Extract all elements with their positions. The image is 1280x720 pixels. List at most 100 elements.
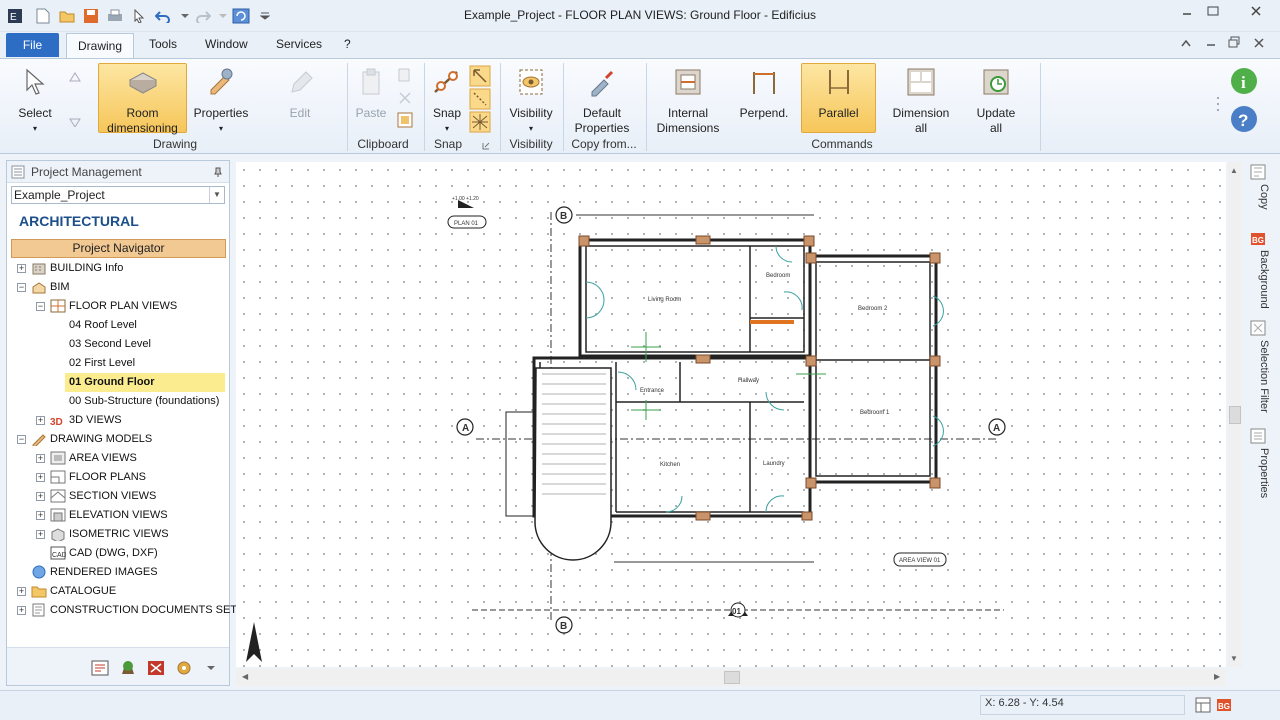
help-icon[interactable]: ? [1230,105,1258,133]
properties-button[interactable]: Properties ▾ [190,64,252,136]
scroll-right-icon[interactable]: ▶ [1214,672,1220,681]
plant-icon[interactable] [119,660,137,676]
building-icon [32,263,46,275]
scroll-up-icon[interactable]: ▲ [1230,166,1238,175]
vertical-scrollbar[interactable]: ▲ ▼ [1228,162,1242,667]
group-label-copy-from: Copy from... [571,137,637,151]
report-icon[interactable] [91,660,109,676]
select-button[interactable]: Select ▾ [10,64,60,136]
floor-plan-drawing[interactable]: Living Room Bedroom Bedroom 2 Bedroom 1 … [236,162,1226,667]
tree-item-building-info[interactable]: BUILDING Info [50,259,123,278]
perpendicular-button[interactable]: Perpend. [734,64,794,121]
expand-icon[interactable]: + [17,264,26,273]
ribbon-separator [646,63,647,151]
tree-item-first-level[interactable]: 02 First Level [69,354,135,373]
internal-dimensions-button[interactable]: Internal Dimensions [652,64,724,136]
select-arrows[interactable] [68,67,82,128]
expand-icon[interactable]: + [36,454,45,463]
expand-icon[interactable]: + [36,416,45,425]
scroll-thumb[interactable] [1229,406,1241,424]
collapse-icon[interactable]: − [17,283,26,292]
info-icon[interactable]: i [1230,67,1258,95]
doc-minimize-icon[interactable] [1205,38,1217,52]
scroll-thumb[interactable] [724,671,740,684]
export-pdf-icon[interactable] [147,660,165,676]
pin-icon[interactable] [214,167,222,177]
settings-icon[interactable] [175,660,193,676]
parallel-button[interactable]: Parallel [801,63,876,133]
paste-button[interactable]: Paste [352,64,390,121]
scroll-down-icon[interactable]: ▼ [1230,654,1238,663]
default-properties-button[interactable]: Default Properties [568,64,636,136]
drawing-canvas[interactable]: Living Room Bedroom Bedroom 2 Bedroom 1 … [236,162,1226,667]
expand-icon[interactable]: + [36,492,45,501]
scroll-left-icon[interactable]: ◀ [242,672,248,681]
doc-close-icon[interactable] [1253,37,1265,51]
close-button[interactable] [1236,2,1276,20]
horizontal-scrollbar[interactable]: ◀ ▶ [236,669,1226,686]
tree-item-area-views[interactable]: AREA VIEWS [69,449,137,468]
doc-restore-icon[interactable] [1228,36,1240,51]
snap-mode-buttons[interactable] [469,65,491,133]
tab-selection-filter[interactable]: Selection Filter [1248,340,1270,413]
chevron-down-icon[interactable]: ▼ [209,187,224,203]
snap-button[interactable]: Snap ▾ [428,64,466,136]
collapse-icon[interactable]: − [36,302,45,311]
tree-item-rendered-images[interactable]: RENDERED IMAGES [50,563,158,582]
tree-item-drawing-models[interactable]: DRAWING MODELS [50,430,152,449]
dimension-all-button[interactable]: Dimension all [887,64,955,136]
tab-tools[interactable]: Tools [149,37,177,51]
tree-item-cad[interactable]: CAD (DWG, DXF) [69,544,158,563]
group-label-clipboard: Clipboard [357,137,409,151]
tree-item-ground-floor[interactable]: 01 Ground Floor [69,373,155,392]
bim-icon [32,282,46,294]
expand-icon[interactable]: + [36,530,45,539]
edit-icon [291,71,313,93]
selection-filter-icon[interactable] [1250,320,1266,336]
tree-item-elevation-views[interactable]: ELEVATION VIEWS [69,506,168,525]
project-select[interactable]: Example_Project ▼ [11,186,225,204]
maximize-button[interactable] [1196,2,1230,20]
ribbon-collapse-icon[interactable] [1180,37,1192,51]
room-dimensioning-button[interactable]: Room dimensioning [98,63,187,135]
tree-item-bim[interactable]: BIM [50,278,70,297]
tree-item-catalogue[interactable]: CATALOGUE [50,582,116,601]
tree-item-isometric-views[interactable]: ISOMETRIC VIEWS [69,525,169,544]
background-icon[interactable]: BG [1250,232,1266,246]
update-all-button[interactable]: Update all [966,64,1026,136]
tab-drawing[interactable]: Drawing [66,33,134,59]
expand-icon[interactable]: + [36,473,45,482]
collapse-icon[interactable]: − [17,435,26,444]
visibility-button[interactable]: Visibility ▾ [504,64,558,136]
snap-dialog-launcher-icon[interactable] [482,139,490,153]
clipboard-small-buttons[interactable] [396,67,414,129]
expand-icon[interactable]: + [36,511,45,520]
project-navigator-button[interactable]: Project Navigator [11,239,226,258]
tree-item-substructure[interactable]: 00 Sub-Structure (foundations) [69,392,219,411]
tab-copy[interactable]: Copy [1248,184,1270,210]
tab-help[interactable]: ? [344,37,351,51]
tab-window[interactable]: Window [205,37,248,51]
expand-icon[interactable]: + [17,587,26,596]
tab-properties[interactable]: Properties [1248,448,1270,498]
tree-item-second-level[interactable]: 03 Second Level [69,335,151,354]
chevron-down-icon[interactable] [207,665,215,671]
tree-item-floor-plan-views[interactable]: FLOOR PLAN VIEWS [69,297,177,316]
project-management-panel: Project Management Example_Project ▼ ARC… [6,160,237,686]
window-title: Example_Project - FLOOR PLAN VIEWS: Grou… [463,8,817,22]
file-menu[interactable]: File [6,33,59,57]
tree-item-construction-docs[interactable]: CONSTRUCTION DOCUMENTS SET [50,601,237,620]
tree-item-floor-plans[interactable]: FLOOR PLANS [69,468,146,487]
copy-icon[interactable] [1250,164,1266,180]
tree-item-roof-level[interactable]: 04 Roof Level [69,316,137,335]
background-toggle-icon[interactable]: BG [1216,698,1232,712]
properties-panel-icon[interactable] [1250,428,1266,444]
edit-button[interactable]: Edit [272,64,328,121]
tree-item-section-views[interactable]: SECTION VIEWS [69,487,156,506]
tab-services[interactable]: Services [276,37,322,51]
tree-item-3d-views[interactable]: 3D VIEWS [69,411,122,430]
expand-icon[interactable]: + [17,606,26,615]
panel-header: Project Management [7,161,229,183]
tab-background[interactable]: Background [1248,250,1270,309]
layout-icon[interactable] [1195,697,1211,713]
